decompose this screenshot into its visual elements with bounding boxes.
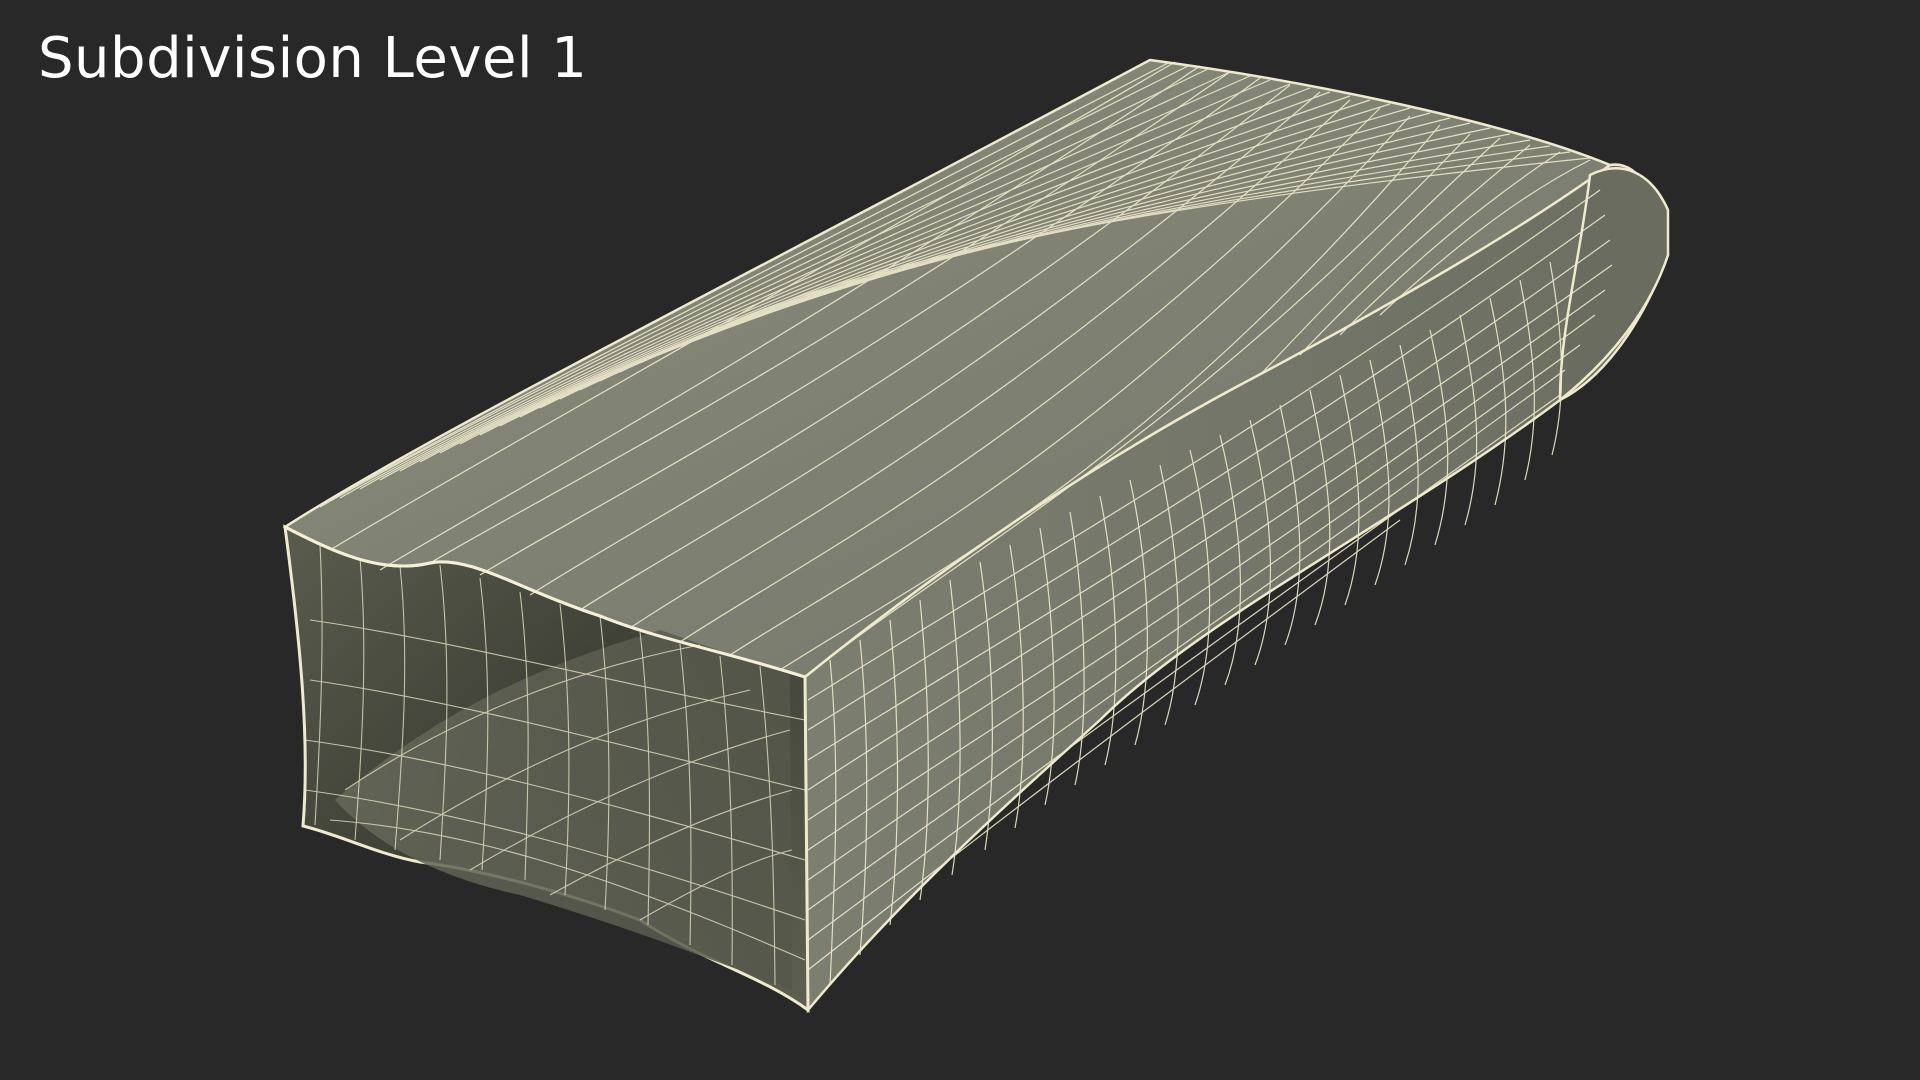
bag-wireframe-model[interactable] — [0, 0, 1920, 1080]
viewport-canvas[interactable]: Subdivision Level 1 — [0, 0, 1920, 1080]
